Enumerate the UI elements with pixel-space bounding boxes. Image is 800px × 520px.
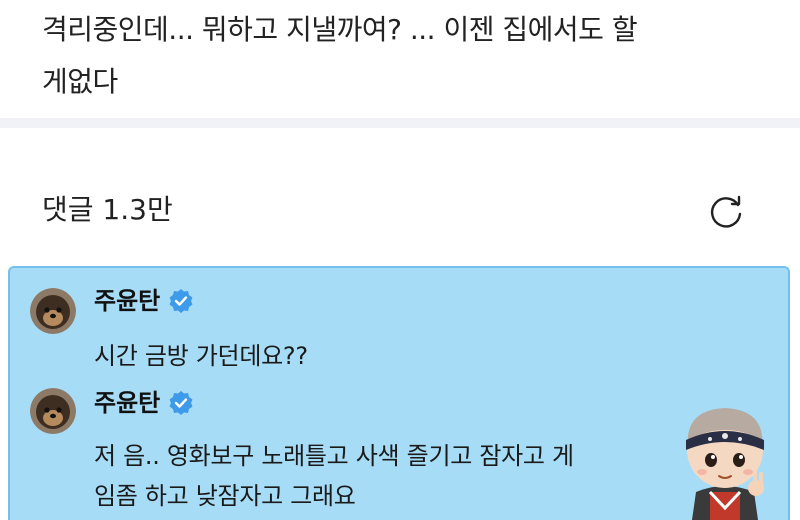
character-sticker — [670, 396, 780, 520]
comment-text-line-1: 저 음.. 영화보구 노래틀고 사색 즐기고 잠자고 게 — [94, 442, 574, 470]
post-body-line-2: 게없다 — [42, 65, 118, 98]
avatar[interactable] — [30, 288, 76, 334]
verified-badge-icon — [169, 289, 193, 313]
comment-text-line-2: 임좀 하고 낮잠자고 그래요 — [94, 482, 356, 510]
comment-author[interactable]: 주윤탄 — [94, 388, 194, 418]
comment-author[interactable]: 주윤탄 — [94, 286, 194, 316]
comment-text: 저 음.. 영화보구 노래틀고 사색 즐기고 잠자고 게 임좀 하고 낮잠자고 … — [94, 436, 574, 516]
dog-avatar-image — [30, 288, 76, 334]
dog-avatar-image — [30, 388, 76, 434]
post-detail-screen: 격리중인데... 뭐하고 지낼까여? ... 이젠 집에서도 할 게없다 댓글 … — [0, 0, 800, 520]
post-body: 격리중인데... 뭐하고 지낼까여? ... 이젠 집에서도 할 게없다 — [42, 4, 762, 108]
comment-author-name: 주윤탄 — [94, 389, 161, 417]
comments-count-header: 댓글 1.3만 — [42, 193, 173, 226]
refresh-button[interactable] — [704, 190, 748, 234]
avatar[interactable] — [30, 388, 76, 434]
comment-author-name: 주윤탄 — [94, 287, 161, 315]
refresh-icon — [710, 195, 742, 228]
verified-badge-icon — [169, 391, 193, 415]
section-divider — [0, 118, 800, 128]
post-body-line-1: 격리중인데... 뭐하고 지낼까여? ... 이젠 집에서도 할 — [42, 13, 638, 46]
comment-text: 시간 금방 가던데요?? — [94, 342, 308, 370]
cartoon-character-sticker-image — [686, 408, 764, 520]
